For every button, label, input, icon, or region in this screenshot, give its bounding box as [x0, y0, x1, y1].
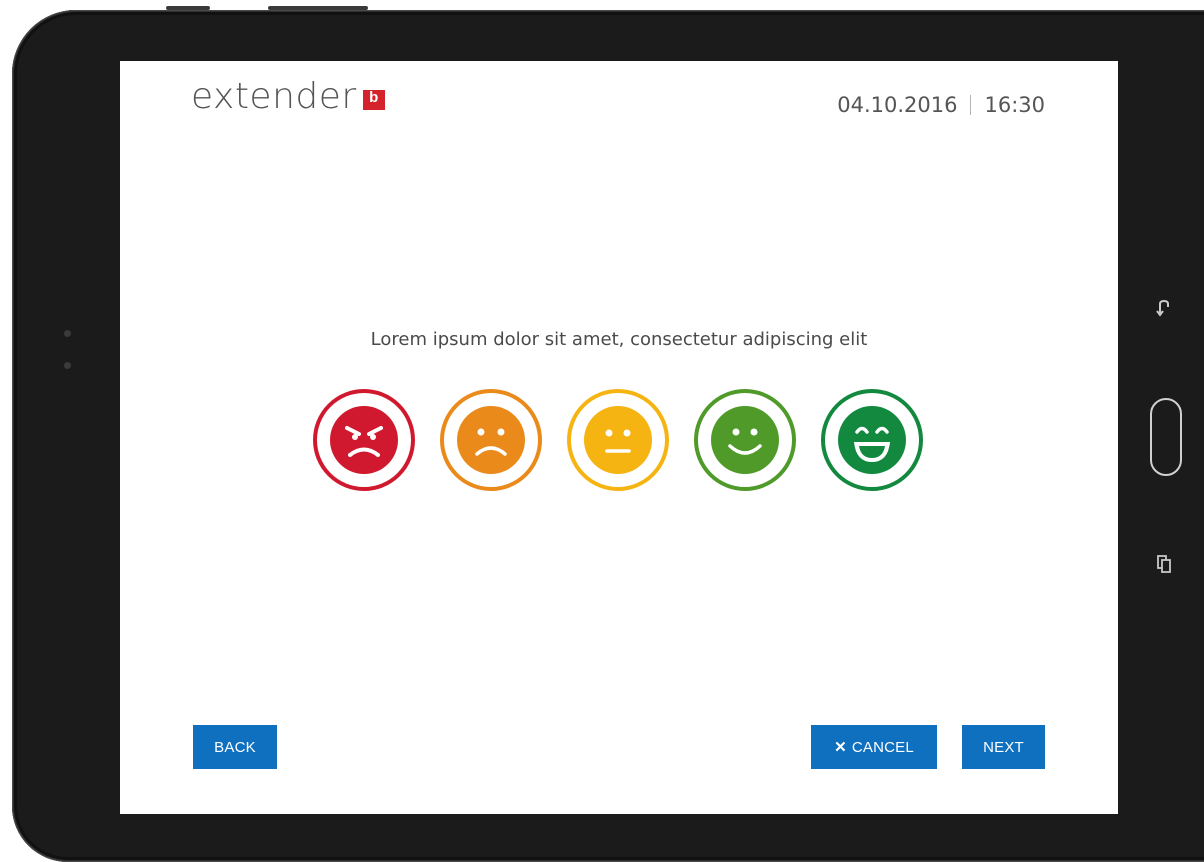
cancel-button[interactable]: ✕ CANCEL — [811, 725, 937, 769]
rating-satisfied[interactable] — [694, 389, 796, 491]
rating-very-satisfied[interactable] — [821, 389, 923, 491]
divider — [970, 95, 972, 115]
rating-very-dissatisfied[interactable] — [313, 389, 415, 491]
app-screen: extender b 04.10.2016 16:30 Lorem ipsum … — [120, 61, 1118, 814]
logo-text: extender — [191, 76, 357, 117]
time-label: 16:30 — [984, 93, 1045, 117]
back-arrow-icon[interactable] — [1156, 298, 1172, 320]
date-time: 04.10.2016 16:30 — [837, 93, 1045, 117]
rating-options — [313, 389, 923, 491]
power-button — [268, 6, 368, 10]
date-label: 04.10.2016 — [837, 93, 958, 117]
logo-mark-icon: b — [362, 89, 385, 110]
camera-sensor — [64, 330, 71, 337]
smile-face-icon — [711, 406, 779, 474]
light-sensor — [64, 362, 71, 369]
home-button[interactable] — [1150, 398, 1182, 476]
brand-logo: extender b — [191, 75, 385, 119]
survey-question: Lorem ipsum dolor sit amet, consectetur … — [370, 329, 868, 350]
sad-face-icon — [457, 406, 525, 474]
angry-face-icon — [330, 406, 398, 474]
recent-apps-icon[interactable] — [1156, 553, 1172, 575]
back-button[interactable]: BACK — [193, 725, 277, 769]
rating-dissatisfied[interactable] — [440, 389, 542, 491]
next-button-label: NEXT — [983, 738, 1024, 756]
next-button[interactable]: NEXT — [962, 725, 1045, 769]
neutral-face-icon — [584, 406, 652, 474]
laugh-face-icon — [838, 406, 906, 474]
cancel-button-label: CANCEL — [851, 738, 914, 756]
close-icon: ✕ — [834, 739, 847, 756]
back-button-label: BACK — [214, 738, 256, 756]
volume-button — [166, 6, 210, 10]
rating-neutral[interactable] — [567, 389, 669, 491]
